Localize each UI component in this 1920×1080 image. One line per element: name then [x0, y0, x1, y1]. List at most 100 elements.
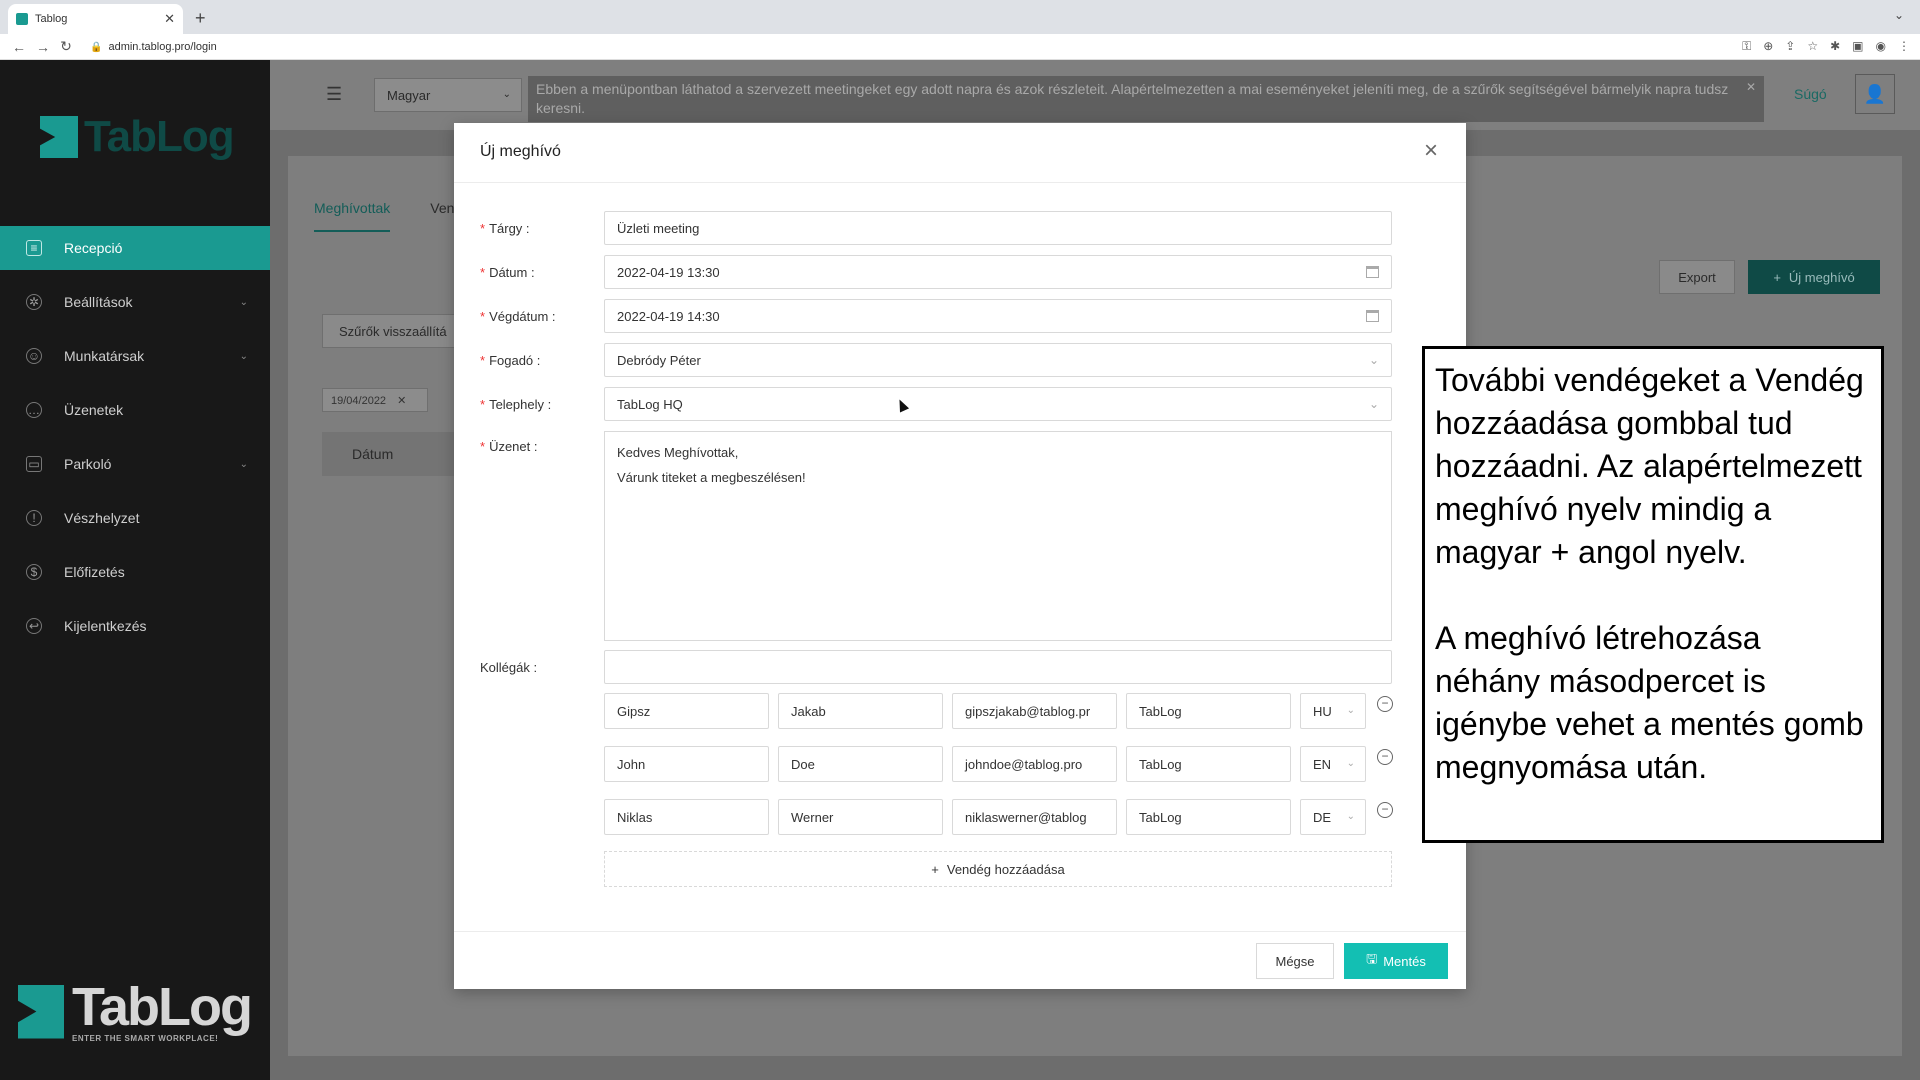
back-icon[interactable]: ←: [12, 39, 26, 55]
new-invite-label: Új meghívó: [1788, 269, 1855, 285]
sidebar-menu: ≡ Recepció ✲ Beállítások ⌄ ☺ Munkatársak…: [0, 226, 270, 658]
info-banner: Ebben a menüpontban láthatod a szervezet…: [528, 76, 1764, 122]
close-icon[interactable]: ✕: [1746, 78, 1756, 97]
key-icon[interactable]: ⚿: [1742, 39, 1751, 54]
modal-header: Új meghívó ×: [454, 123, 1466, 183]
guest-language-select[interactable]: EN ⌄: [1300, 746, 1366, 782]
url-field[interactable]: 🔒 admin.tablog.pro/login: [90, 41, 217, 53]
zoom-icon[interactable]: ⊕: [1763, 39, 1773, 54]
logout-icon: ↩: [26, 618, 42, 634]
end-date-value: 2022-04-19 14:30: [617, 309, 720, 324]
forward-icon[interactable]: →: [36, 39, 50, 55]
cancel-button[interactable]: Mégse: [1256, 943, 1334, 979]
guest-company-input[interactable]: TabLog: [1126, 693, 1291, 729]
sidebar-item-uzenetek[interactable]: … Üzenetek: [0, 388, 270, 432]
browser-extension-icons: ⚿ ⊕ ⇪ ☆ ✱ ▣ ◉ ⋮: [1742, 39, 1910, 54]
tablog-logo-mark-icon: [18, 984, 64, 1039]
guest-firstname-input[interactable]: Werner: [778, 799, 943, 835]
end-date-picker[interactable]: 2022-04-19 14:30: [604, 299, 1392, 333]
browser-tab[interactable]: Tablog ✕: [8, 4, 183, 34]
start-date-picker[interactable]: 2022-04-19 13:30: [604, 255, 1392, 289]
host-label: Fogadó :: [489, 352, 541, 368]
menu-toggle-icon[interactable]: ☰: [326, 84, 342, 105]
remove-guest-icon[interactable]: −: [1377, 749, 1393, 765]
message-row: * Üzenet : Kedves Meghívottak, Várunk tit…: [480, 431, 1392, 641]
car-icon: ▭: [26, 456, 42, 472]
date-filter-chip[interactable]: 19/04/2022 ✕: [322, 388, 428, 412]
sidebar-item-beallitasok[interactable]: ✲ Beállítások ⌄: [0, 280, 270, 324]
subject-row: * Tárgy : Üzleti meeting: [480, 211, 1392, 245]
reload-icon[interactable]: ↻: [60, 38, 72, 55]
reset-filters-button[interactable]: Szűrők visszaállítá: [322, 314, 462, 348]
guest-language-select[interactable]: HU ⌄: [1300, 693, 1366, 729]
extensions-puzzle-icon[interactable]: ✱: [1830, 39, 1840, 54]
address-bar: ← → ↻ 🔒 admin.tablog.pro/login ⚿ ⊕ ⇪ ☆ ✱ …: [0, 34, 1920, 60]
add-guest-label: Vendég hozzáadása: [946, 861, 1065, 877]
sidebar-item-veszhelyzet[interactable]: ! Vészhelyzet: [0, 496, 270, 540]
new-tab-icon[interactable]: +: [195, 8, 206, 29]
tab-list-chevron-icon[interactable]: ⌄: [1894, 8, 1904, 22]
sidebar-item-recepcio[interactable]: ≡ Recepció: [0, 226, 270, 270]
site-select[interactable]: TabLog HQ ⌄: [604, 387, 1392, 421]
add-guest-button[interactable]: + Vendég hozzáadása: [604, 851, 1392, 887]
tab-close-icon[interactable]: ✕: [164, 11, 175, 27]
guest-lastname-input[interactable]: Gipsz: [604, 693, 769, 729]
profile-avatar-icon[interactable]: ◉: [1876, 39, 1886, 54]
gear-icon: ✲: [26, 294, 42, 310]
logo-wordmark: TabLog: [72, 977, 253, 1037]
remove-guest-icon[interactable]: −: [1377, 802, 1393, 818]
guest-email-input[interactable]: niklaswerner@tablog: [952, 799, 1117, 835]
sidepanel-icon[interactable]: ▣: [1852, 39, 1863, 54]
guest-firstname-input[interactable]: Doe: [778, 746, 943, 782]
sidebar-logo[interactable]: TabLog: [40, 112, 235, 162]
sidebar-item-label: Kijelentkezés: [64, 618, 147, 634]
bookmark-star-icon[interactable]: ☆: [1807, 39, 1818, 54]
export-button[interactable]: Export: [1659, 260, 1735, 294]
new-invite-button[interactable]: + Új meghívó: [1748, 260, 1880, 294]
sidebar-item-elofizetes[interactable]: $ Előfizetés: [0, 550, 270, 594]
message-label: Üzenet :: [489, 439, 538, 454]
date-chip-label: 19/04/2022: [331, 395, 387, 407]
host-value: Debródy Péter: [617, 353, 701, 368]
subject-input[interactable]: Üzleti meeting: [604, 211, 1392, 245]
chip-close-icon[interactable]: ✕: [397, 395, 406, 407]
guest-email-input[interactable]: gipszjakab@tablog.pr: [952, 693, 1117, 729]
tab-vendegek[interactable]: Ven: [430, 200, 454, 232]
save-floppy-icon: 🖫: [1366, 951, 1378, 966]
sidebar-item-munkatarsak[interactable]: ☺ Munkatársak ⌄: [0, 334, 270, 378]
guest-company-input[interactable]: TabLog: [1126, 799, 1291, 835]
sidebar-item-parkolo[interactable]: ▭ Parkoló ⌄: [0, 442, 270, 486]
close-icon[interactable]: ×: [1424, 137, 1438, 165]
tab-meghivottak[interactable]: Meghívottak: [314, 200, 391, 232]
chevron-down-icon: ⌄: [1346, 758, 1355, 769]
content-tabs: Meghívottak Ven: [314, 200, 454, 232]
sidebar-item-kijelentkezes[interactable]: ↩ Kijelentkezés: [0, 604, 270, 648]
guest-firstname-input[interactable]: Jakab: [778, 693, 943, 729]
help-link[interactable]: Súgó: [1794, 86, 1827, 102]
save-button[interactable]: 🖫 Mentés: [1344, 943, 1448, 979]
host-select[interactable]: Debródy Péter ⌄: [604, 343, 1392, 377]
user-menu-button[interactable]: 👤: [1855, 74, 1895, 114]
end-date-label: Végdátum :: [489, 308, 556, 324]
guest-email-input[interactable]: johndoe@tablog.pro: [952, 746, 1117, 782]
guest-lastname-input[interactable]: John: [604, 746, 769, 782]
sidebar-item-label: Beállítások: [64, 294, 133, 310]
guest-language-select[interactable]: DE ⌄: [1300, 799, 1366, 835]
sidebar: TabLog ≡ Recepció ✲ Beállítások ⌄ ☺ Munk…: [0, 60, 270, 1080]
new-invite-modal: Új meghívó × * Tárgy : Üzleti meeting * Dá…: [454, 123, 1466, 989]
table-header-date[interactable]: Dátum: [322, 432, 462, 476]
date-label: Dátum :: [489, 264, 535, 280]
guest-company-input[interactable]: TabLog: [1126, 746, 1291, 782]
colleagues-select[interactable]: [604, 650, 1392, 684]
language-select[interactable]: Magyar ⌄: [374, 78, 522, 112]
chevron-down-icon: ⌄: [239, 296, 248, 308]
remove-guest-icon[interactable]: −: [1377, 696, 1393, 712]
share-icon[interactable]: ⇪: [1785, 39, 1795, 54]
url-text: admin.tablog.pro/login: [108, 40, 217, 53]
site-label: Telephely :: [489, 396, 552, 412]
guest-row: Gipsz Jakab gipszjakab@tablog.pr TabLog …: [604, 693, 1393, 729]
message-textarea[interactable]: Kedves Meghívottak, Várunk titeket a meg…: [604, 431, 1392, 641]
browser-menu-icon[interactable]: ⋮: [1898, 39, 1910, 54]
guest-lastname-input[interactable]: Niklas: [604, 799, 769, 835]
sidebar-item-label: Recepció: [64, 240, 123, 256]
